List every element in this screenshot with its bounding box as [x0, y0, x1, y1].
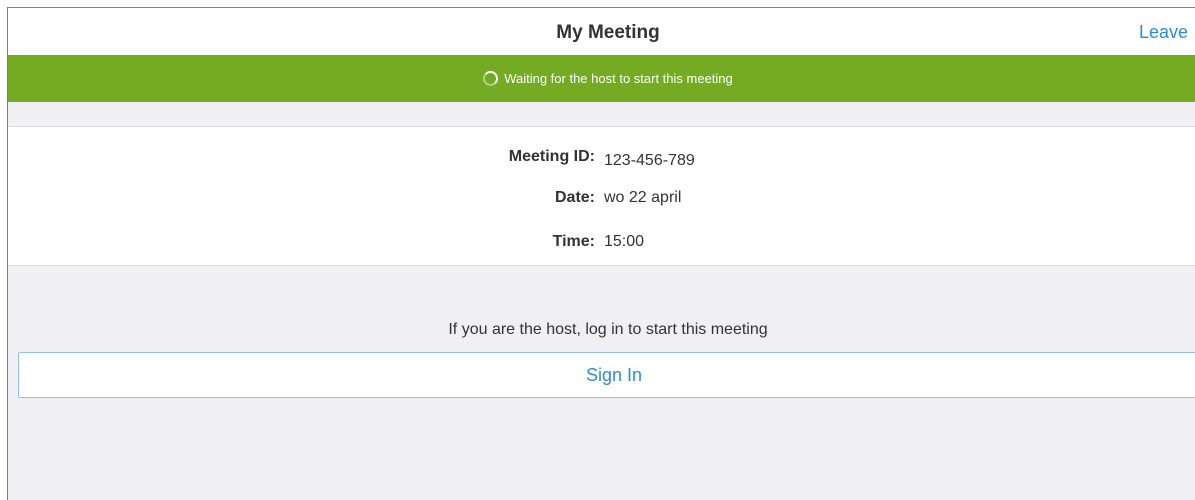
host-login-note: If you are the host, log in to start thi… [448, 321, 768, 338]
status-banner-content: Waiting for the host to start this meeti… [8, 55, 1195, 102]
meeting-id-row: Meeting ID: 123-456-789 [8, 148, 1195, 170]
status-message: Waiting for the host to start this meeti… [504, 71, 733, 86]
sign-in-button[interactable]: Sign In [18, 352, 1195, 398]
page-title: My Meeting [556, 22, 660, 43]
meeting-id-value: 123-456-789 [604, 152, 695, 169]
meeting-info-panel: Meeting ID: 123-456-789 Date: wo 22 apri… [8, 126, 1195, 266]
meeting-date-value: wo 22 april [604, 189, 682, 206]
title-bar: My Meeting Leave [8, 8, 1195, 55]
meeting-time-row: Time: 15:00 [8, 233, 1195, 255]
meeting-id-label: Meeting ID: [508, 148, 595, 165]
meeting-date-row: Date: wo 22 april [8, 189, 1195, 211]
meeting-window: My Meeting Leave Waiting for the host to… [7, 7, 1195, 500]
leave-button[interactable]: Leave [1139, 8, 1188, 55]
meeting-time-label: Time: [552, 233, 595, 250]
meeting-date-label: Date: [554, 189, 595, 206]
spinner-icon [483, 71, 499, 86]
meeting-time-value: 15:00 [604, 233, 645, 250]
sign-in-label: Sign In [585, 365, 643, 385]
status-banner: Waiting for the host to start this meeti… [8, 55, 1195, 102]
